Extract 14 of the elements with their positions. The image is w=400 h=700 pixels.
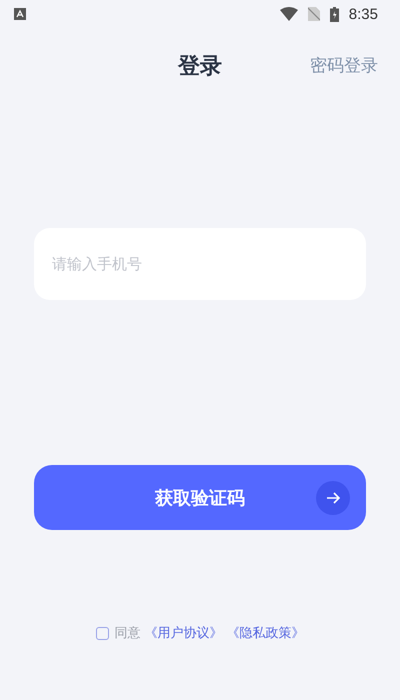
policy-link[interactable]: 《用户协议》	[144, 624, 222, 642]
policy-link[interactable]: 《隐私政策》	[226, 624, 304, 642]
keyboard-indicator-icon	[14, 8, 26, 20]
phone-input-field[interactable]: 请输入手机号	[34, 228, 366, 300]
agreement-checkbox[interactable]	[96, 626, 108, 640]
page-title: 登录	[178, 53, 222, 81]
agree-label: 同意	[114, 625, 140, 642]
status-time: 8:35	[348, 6, 378, 22]
battery-charging-icon	[330, 6, 339, 22]
get-code-button[interactable]: 获取验证码	[34, 465, 366, 530]
wifi-icon	[280, 7, 298, 21]
arrow-right-icon	[316, 481, 350, 515]
password-login-link[interactable]: 密码登录	[310, 54, 378, 77]
no-sim-icon	[308, 7, 320, 21]
